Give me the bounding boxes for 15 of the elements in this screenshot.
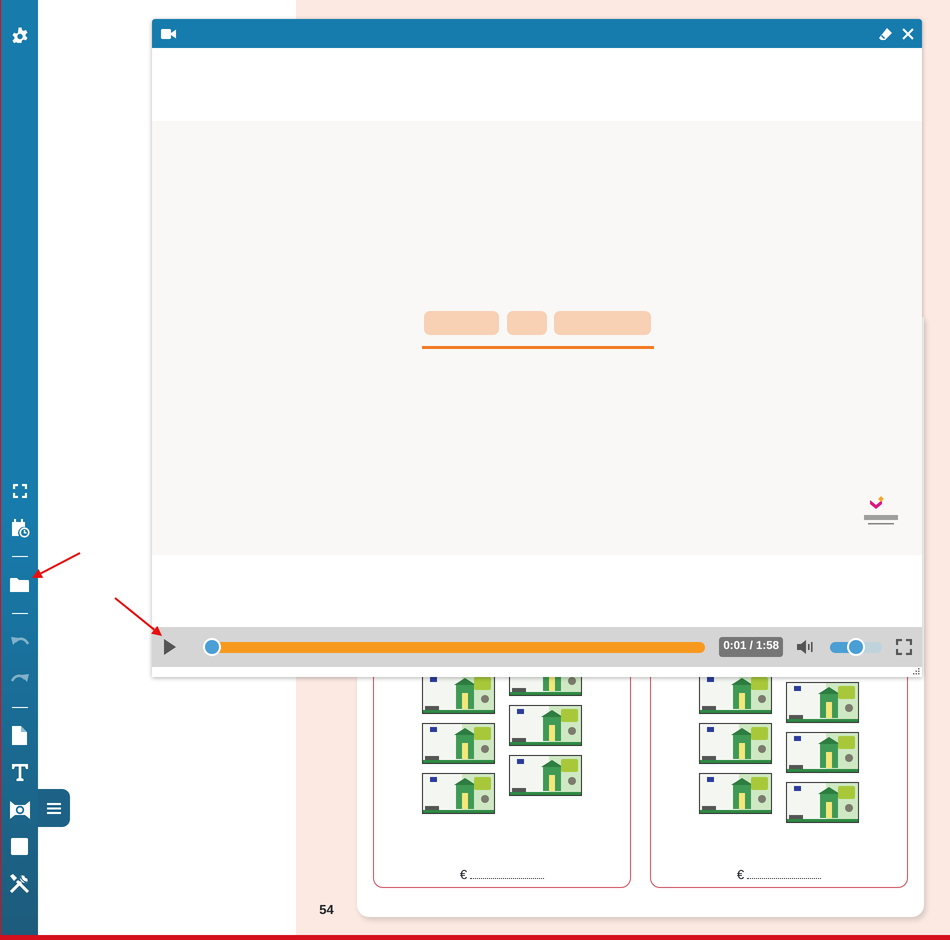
pointer-arrow [114, 597, 162, 636]
eraser-icon[interactable] [878, 26, 893, 40]
fullscreen-icon[interactable] [896, 639, 912, 655]
pointer-arrow [32, 552, 80, 578]
resize-grip-icon[interactable] [913, 668, 920, 675]
currency-sign: € [460, 866, 468, 884]
currency-sign: € [736, 866, 744, 884]
play-icon[interactable] [164, 639, 176, 655]
time-display: 0:01 / 1:58 [719, 637, 783, 657]
menu-icon [47, 802, 61, 814]
video-camera-icon [161, 28, 176, 38]
volume-icon[interactable] [797, 639, 814, 655]
menu-button[interactable] [38, 789, 70, 827]
page-number: 54 [318, 900, 335, 918]
close-icon[interactable] [902, 28, 914, 40]
